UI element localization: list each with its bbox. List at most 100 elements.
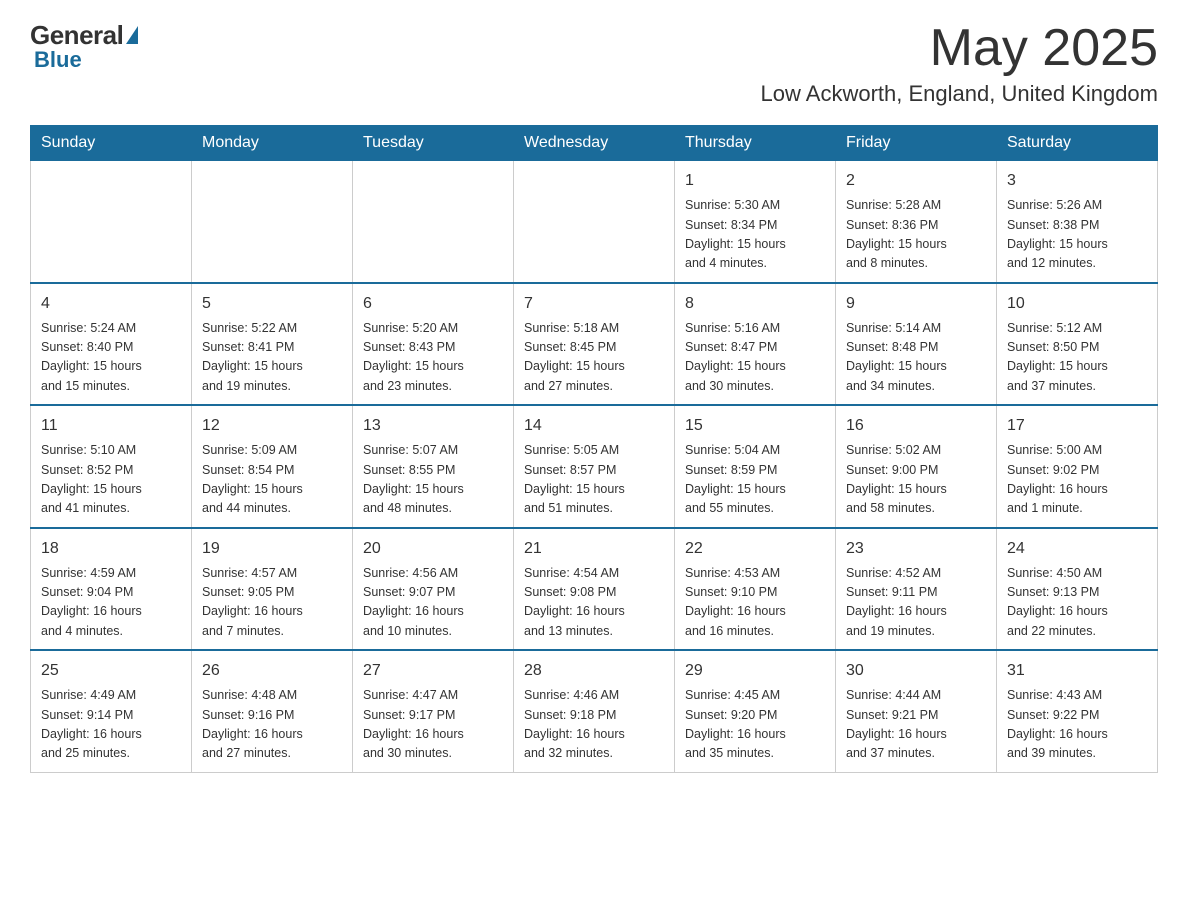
calendar-cell: 26 Sunrise: 4:48 AMSunset: 9:16 PMDayligh… bbox=[192, 650, 353, 772]
calendar-cell: 2 Sunrise: 5:28 AMSunset: 8:36 PMDaylight… bbox=[836, 161, 997, 283]
day-number: 28 bbox=[524, 659, 664, 683]
location-title: Low Ackworth, England, United Kingdom bbox=[761, 81, 1158, 107]
day-info: Sunrise: 5:14 AMSunset: 8:48 PMDaylight:… bbox=[846, 319, 986, 397]
calendar-cell: 25 Sunrise: 4:49 AMSunset: 9:14 PMDayligh… bbox=[31, 650, 192, 772]
calendar-cell: 22Sunrise: 4:53 AMSunset: 9:10 PMDayligh… bbox=[675, 528, 836, 651]
weekday-header-friday: Friday bbox=[836, 126, 997, 161]
calendar-cell: 27 Sunrise: 4:47 AMSunset: 9:17 PMDayligh… bbox=[353, 650, 514, 772]
calendar-cell: 19 Sunrise: 4:57 AMSunset: 9:05 PMDayligh… bbox=[192, 528, 353, 651]
day-number: 1 bbox=[685, 169, 825, 193]
day-number: 23 bbox=[846, 537, 986, 561]
weekday-header-saturday: Saturday bbox=[997, 126, 1158, 161]
day-info: Sunrise: 4:57 AMSunset: 9:05 PMDaylight:… bbox=[202, 564, 342, 642]
calendar-cell: 9 Sunrise: 5:14 AMSunset: 8:48 PMDaylight… bbox=[836, 283, 997, 406]
day-number: 9 bbox=[846, 292, 986, 316]
day-number: 27 bbox=[363, 659, 503, 683]
day-number: 5 bbox=[202, 292, 342, 316]
day-number: 16 bbox=[846, 414, 986, 438]
day-number: 15 bbox=[685, 414, 825, 438]
calendar-cell: 18 Sunrise: 4:59 AMSunset: 9:04 PMDayligh… bbox=[31, 528, 192, 651]
day-number: 21 bbox=[524, 537, 664, 561]
day-number: 17 bbox=[1007, 414, 1147, 438]
day-info: Sunrise: 4:59 AMSunset: 9:04 PMDaylight:… bbox=[41, 564, 181, 642]
calendar-cell: 29 Sunrise: 4:45 AMSunset: 9:20 PMDayligh… bbox=[675, 650, 836, 772]
calendar-cell: 10Sunrise: 5:12 AMSunset: 8:50 PMDayligh… bbox=[997, 283, 1158, 406]
day-info: Sunrise: 4:48 AMSunset: 9:16 PMDaylight:… bbox=[202, 686, 342, 764]
calendar-cell: 17Sunrise: 5:00 AMSunset: 9:02 PMDayligh… bbox=[997, 405, 1158, 528]
calendar-cell: 1 Sunrise: 5:30 AMSunset: 8:34 PMDaylight… bbox=[675, 161, 836, 283]
calendar-cell: 11 Sunrise: 5:10 AMSunset: 8:52 PMDayligh… bbox=[31, 405, 192, 528]
day-number: 12 bbox=[202, 414, 342, 438]
day-info: Sunrise: 4:54 AMSunset: 9:08 PMDaylight:… bbox=[524, 564, 664, 642]
day-number: 11 bbox=[41, 414, 181, 438]
day-info: Sunrise: 4:52 AMSunset: 9:11 PMDaylight:… bbox=[846, 564, 986, 642]
day-info: Sunrise: 5:24 AMSunset: 8:40 PMDaylight:… bbox=[41, 319, 181, 397]
day-info: Sunrise: 4:45 AMSunset: 9:20 PMDaylight:… bbox=[685, 686, 825, 764]
day-info: Sunrise: 5:16 AMSunset: 8:47 PMDaylight:… bbox=[685, 319, 825, 397]
day-info: Sunrise: 4:53 AMSunset: 9:10 PMDaylight:… bbox=[685, 564, 825, 642]
day-number: 7 bbox=[524, 292, 664, 316]
calendar-cell: 20Sunrise: 4:56 AMSunset: 9:07 PMDayligh… bbox=[353, 528, 514, 651]
day-info: Sunrise: 5:09 AMSunset: 8:54 PMDaylight:… bbox=[202, 441, 342, 519]
calendar-cell: 15 Sunrise: 5:04 AMSunset: 8:59 PMDayligh… bbox=[675, 405, 836, 528]
day-number: 8 bbox=[685, 292, 825, 316]
calendar-cell: 5 Sunrise: 5:22 AMSunset: 8:41 PMDaylight… bbox=[192, 283, 353, 406]
day-info: Sunrise: 4:46 AMSunset: 9:18 PMDaylight:… bbox=[524, 686, 664, 764]
day-number: 3 bbox=[1007, 169, 1147, 193]
day-number: 13 bbox=[363, 414, 503, 438]
calendar-cell: 7Sunrise: 5:18 AMSunset: 8:45 PMDaylight… bbox=[514, 283, 675, 406]
day-number: 19 bbox=[202, 537, 342, 561]
day-number: 20 bbox=[363, 537, 503, 561]
day-info: Sunrise: 5:07 AMSunset: 8:55 PMDaylight:… bbox=[363, 441, 503, 519]
logo: General Blue bbox=[30, 20, 138, 73]
day-info: Sunrise: 5:10 AMSunset: 8:52 PMDaylight:… bbox=[41, 441, 181, 519]
day-info: Sunrise: 5:12 AMSunset: 8:50 PMDaylight:… bbox=[1007, 319, 1147, 397]
calendar-cell: 14 Sunrise: 5:05 AMSunset: 8:57 PMDayligh… bbox=[514, 405, 675, 528]
day-number: 25 bbox=[41, 659, 181, 683]
day-info: Sunrise: 5:30 AMSunset: 8:34 PMDaylight:… bbox=[685, 196, 825, 274]
day-info: Sunrise: 4:47 AMSunset: 9:17 PMDaylight:… bbox=[363, 686, 503, 764]
day-info: Sunrise: 5:28 AMSunset: 8:36 PMDaylight:… bbox=[846, 196, 986, 274]
calendar-cell: 6 Sunrise: 5:20 AMSunset: 8:43 PMDaylight… bbox=[353, 283, 514, 406]
calendar-cell: 13 Sunrise: 5:07 AMSunset: 8:55 PMDayligh… bbox=[353, 405, 514, 528]
day-info: Sunrise: 5:02 AMSunset: 9:00 PMDaylight:… bbox=[846, 441, 986, 519]
calendar-cell: 21 Sunrise: 4:54 AMSunset: 9:08 PMDayligh… bbox=[514, 528, 675, 651]
day-number: 30 bbox=[846, 659, 986, 683]
day-number: 14 bbox=[524, 414, 664, 438]
title-area: May 2025 Low Ackworth, England, United K… bbox=[761, 20, 1158, 107]
day-number: 18 bbox=[41, 537, 181, 561]
day-number: 4 bbox=[41, 292, 181, 316]
weekday-header-tuesday: Tuesday bbox=[353, 126, 514, 161]
day-number: 29 bbox=[685, 659, 825, 683]
day-number: 24 bbox=[1007, 537, 1147, 561]
calendar-cell: 3 Sunrise: 5:26 AMSunset: 8:38 PMDaylight… bbox=[997, 161, 1158, 283]
weekday-header-sunday: Sunday bbox=[31, 126, 192, 161]
day-info: Sunrise: 5:22 AMSunset: 8:41 PMDaylight:… bbox=[202, 319, 342, 397]
day-info: Sunrise: 5:26 AMSunset: 8:38 PMDaylight:… bbox=[1007, 196, 1147, 274]
logo-blue-text: Blue bbox=[34, 47, 82, 73]
day-info: Sunrise: 5:20 AMSunset: 8:43 PMDaylight:… bbox=[363, 319, 503, 397]
calendar-cell bbox=[31, 161, 192, 283]
day-info: Sunrise: 4:49 AMSunset: 9:14 PMDaylight:… bbox=[41, 686, 181, 764]
day-info: Sunrise: 4:50 AMSunset: 9:13 PMDaylight:… bbox=[1007, 564, 1147, 642]
calendar-cell: 31Sunrise: 4:43 AMSunset: 9:22 PMDayligh… bbox=[997, 650, 1158, 772]
calendar-cell: 30Sunrise: 4:44 AMSunset: 9:21 PMDayligh… bbox=[836, 650, 997, 772]
weekday-header-thursday: Thursday bbox=[675, 126, 836, 161]
day-number: 2 bbox=[846, 169, 986, 193]
calendar-cell: 16 Sunrise: 5:02 AMSunset: 9:00 PMDayligh… bbox=[836, 405, 997, 528]
page-header: General Blue May 2025 Low Ackworth, Engl… bbox=[30, 20, 1158, 107]
day-number: 6 bbox=[363, 292, 503, 316]
day-number: 26 bbox=[202, 659, 342, 683]
calendar-cell bbox=[353, 161, 514, 283]
calendar-cell: 24 Sunrise: 4:50 AMSunset: 9:13 PMDayligh… bbox=[997, 528, 1158, 651]
month-title: May 2025 bbox=[761, 20, 1158, 77]
calendar-cell: 8 Sunrise: 5:16 AMSunset: 8:47 PMDaylight… bbox=[675, 283, 836, 406]
day-info: Sunrise: 5:04 AMSunset: 8:59 PMDaylight:… bbox=[685, 441, 825, 519]
day-info: Sunrise: 4:43 AMSunset: 9:22 PMDaylight:… bbox=[1007, 686, 1147, 764]
calendar-cell: 12 Sunrise: 5:09 AMSunset: 8:54 PMDayligh… bbox=[192, 405, 353, 528]
calendar-cell: 23 Sunrise: 4:52 AMSunset: 9:11 PMDayligh… bbox=[836, 528, 997, 651]
calendar-table: SundayMondayTuesdayWednesdayThursdayFrid… bbox=[30, 125, 1158, 773]
day-info: Sunrise: 5:05 AMSunset: 8:57 PMDaylight:… bbox=[524, 441, 664, 519]
calendar-cell bbox=[514, 161, 675, 283]
weekday-header-monday: Monday bbox=[192, 126, 353, 161]
